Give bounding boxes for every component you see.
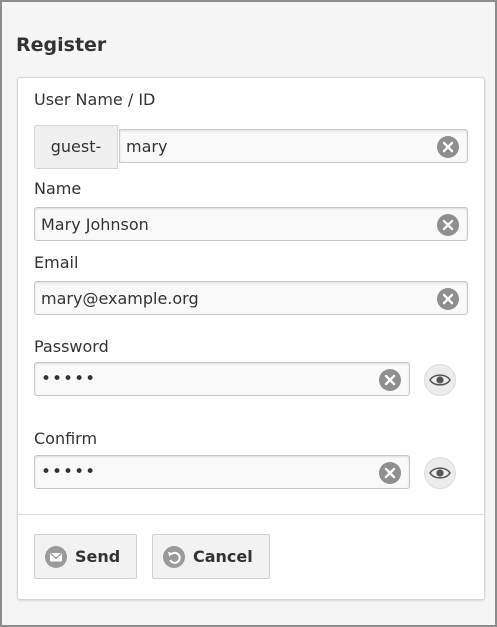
clear-name-icon[interactable] <box>437 214 459 236</box>
undo-icon <box>163 546 185 568</box>
username-input[interactable] <box>126 130 429 162</box>
confirm-label: Confirm <box>34 429 98 448</box>
name-input[interactable] <box>41 208 429 240</box>
username-field[interactable] <box>119 129 468 163</box>
email-input[interactable] <box>41 282 429 314</box>
register-form-panel: User Name / ID guest- Name Email Passwor… <box>17 77 485 600</box>
confirm-field[interactable] <box>34 455 410 489</box>
password-label: Password <box>34 337 109 356</box>
username-prefix: guest- <box>34 125 118 169</box>
email-label: Email <box>34 253 79 272</box>
clear-email-icon[interactable] <box>437 288 459 310</box>
username-label: User Name / ID <box>34 90 156 109</box>
show-password-eye-icon[interactable] <box>424 364 456 396</box>
dialog-frame: Register User Name / ID guest- Name Emai… <box>0 0 497 627</box>
send-button-label: Send <box>75 547 121 566</box>
clear-confirm-icon[interactable] <box>379 462 401 484</box>
send-button[interactable]: Send <box>34 534 137 579</box>
password-field[interactable] <box>34 362 410 396</box>
password-input[interactable] <box>41 363 371 395</box>
cancel-button[interactable]: Cancel <box>152 534 270 579</box>
name-label: Name <box>34 179 82 198</box>
show-confirm-eye-icon[interactable] <box>424 457 456 489</box>
cancel-button-label: Cancel <box>193 547 253 566</box>
clear-password-icon[interactable] <box>379 369 401 391</box>
name-field[interactable] <box>34 207 468 241</box>
clear-username-icon[interactable] <box>437 136 459 158</box>
confirm-input[interactable] <box>41 456 371 488</box>
form-divider <box>18 514 484 515</box>
page-title: Register <box>16 34 107 56</box>
envelope-icon <box>45 546 67 568</box>
email-field[interactable] <box>34 281 468 315</box>
